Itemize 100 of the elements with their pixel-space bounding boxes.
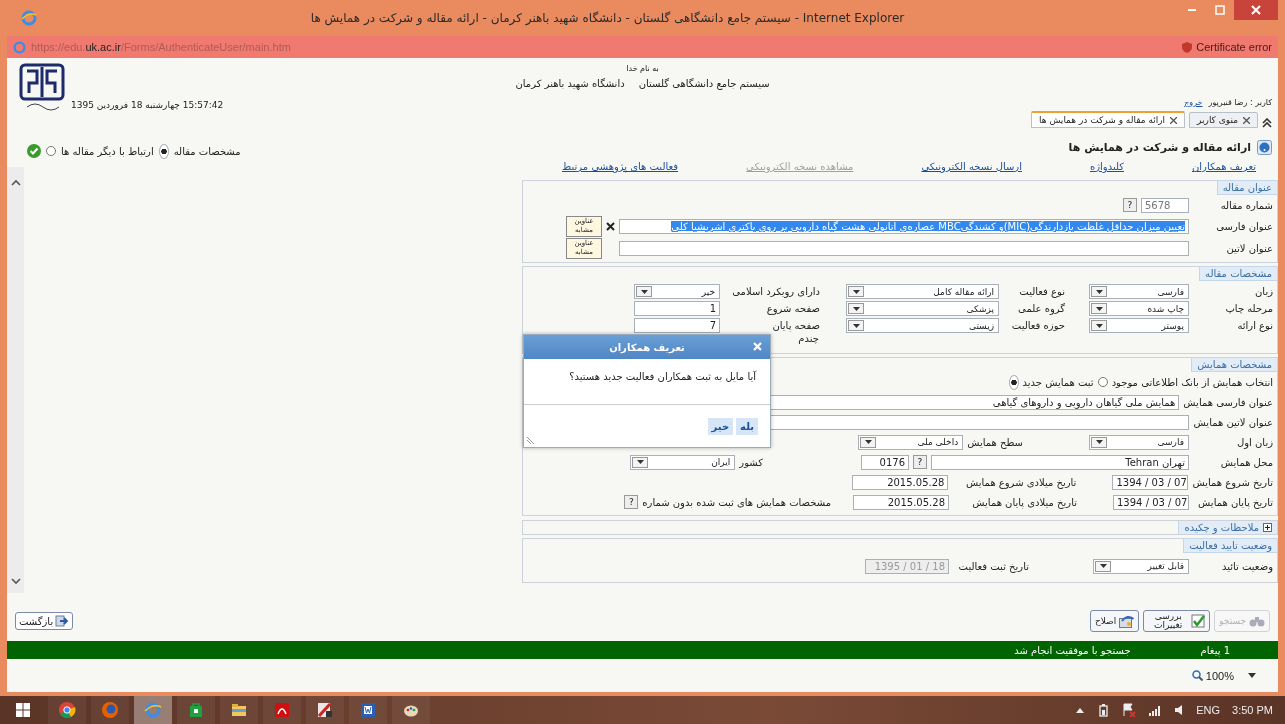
dropdown[interactable]: زیستی	[846, 318, 999, 333]
certificate-error-button[interactable]: Certificate error	[1182, 41, 1272, 53]
round-app-icon[interactable]	[48, 696, 86, 724]
dialog-button[interactable]: بله	[736, 417, 758, 435]
input-field[interactable]: 1	[634, 301, 720, 316]
tab[interactable]: ارائه مقاله و شرکت در همایش ها	[1031, 111, 1186, 128]
folder-icon[interactable]	[220, 696, 258, 724]
notes-section-toggle[interactable]: ملاحظات و چکیده	[1178, 521, 1277, 534]
close-icon[interactable]	[1243, 116, 1250, 124]
date-field[interactable]: 2015.05.28	[852, 474, 949, 490]
close-button[interactable]	[1234, 0, 1278, 20]
dropdown[interactable]: فارسی	[1089, 434, 1189, 450]
dropdown[interactable]: داخلی ملی	[858, 434, 964, 450]
help-button[interactable]: ?	[913, 455, 927, 469]
input-language-indicator[interactable]: ENG	[1196, 704, 1221, 716]
resize-grip-icon[interactable]	[527, 436, 535, 444]
option-label: ارتباط با دیگر مقاله ها	[61, 145, 154, 157]
dropdown[interactable]: پزشکی	[846, 301, 999, 316]
signal-bars-icon[interactable]	[1148, 704, 1163, 716]
help-button[interactable]: ?	[1123, 198, 1137, 212]
flag-icon[interactable]	[1122, 703, 1137, 717]
collapse-icon[interactable]	[1262, 118, 1272, 128]
input-field[interactable]: تهران Tehran	[931, 454, 1189, 470]
check-icon[interactable]	[27, 144, 41, 158]
check-icon	[1191, 614, 1206, 628]
document-app-icon[interactable]	[263, 696, 301, 724]
article-number-field[interactable]: 5678	[1141, 197, 1189, 213]
caret-icon	[864, 440, 872, 444]
battery-icon[interactable]	[1096, 703, 1111, 717]
tab[interactable]: منوی کاربر	[1189, 112, 1258, 128]
field-label: عنوان فارسی	[1215, 220, 1273, 232]
field-label: صفحه شروع	[765, 303, 820, 314]
latin-title-field[interactable]	[619, 240, 1189, 256]
field-label: صفحه پایان	[771, 320, 820, 331]
chevron-up-icon[interactable]	[10, 179, 21, 186]
zoom-control[interactable]: 100%	[1191, 669, 1234, 682]
section-legend: عنوان مقاله	[1216, 180, 1278, 195]
dropdown[interactable]: پوستر	[1089, 318, 1189, 333]
clear-icon[interactable]	[606, 221, 615, 231]
radio-button[interactable]	[1097, 377, 1108, 387]
radio-button[interactable]	[46, 146, 56, 156]
dialog-button[interactable]: خیر	[707, 417, 734, 435]
dropdown[interactable]: چاپ شده	[1089, 301, 1189, 316]
date-field[interactable]: 1394 / 03 / 07	[1113, 494, 1189, 510]
minimize-icon	[1188, 9, 1196, 11]
caret-icon	[852, 289, 860, 294]
field-label: محل همایش	[1219, 456, 1273, 468]
date-field[interactable]: 1394 / 03 / 07	[1112, 474, 1189, 490]
field-label: تاریخ پایان همایش	[1197, 496, 1273, 508]
field-label: عنوان لاتین	[1225, 242, 1273, 254]
edit-icon	[1119, 614, 1135, 628]
close-icon	[1251, 5, 1261, 15]
field-label: تاریخ ثبت فعالیت	[957, 560, 1029, 572]
toolbar-button[interactable]: اصلاح	[1089, 610, 1140, 632]
field-label: تاریخ شروع همایش	[1192, 476, 1273, 488]
scrollbar[interactable]	[7, 167, 24, 593]
nav-link[interactable]: کلیدواژه	[1089, 161, 1124, 177]
toolbar-button[interactable]: بررسی تغییرات	[1143, 610, 1211, 632]
clock-text[interactable]: 3:50 PM	[1232, 704, 1273, 716]
field-label: حوزه فعالیت	[1010, 320, 1065, 331]
radio-button[interactable]	[158, 143, 169, 159]
dropdown[interactable]: ارائه مقاله کامل	[846, 284, 999, 299]
input-field[interactable]: 0176	[861, 454, 909, 470]
dropdown-caret-icon[interactable]	[1248, 673, 1256, 678]
dropdown[interactable]: قابل تغییر	[1093, 558, 1189, 574]
radio-button[interactable]	[1008, 374, 1019, 390]
field-label: عنوان لاتین همایش	[1193, 416, 1273, 428]
date-field[interactable]: 2015.05.28	[853, 494, 949, 510]
field-label: زبان اول	[1235, 436, 1273, 448]
help-icon[interactable]	[1257, 139, 1272, 155]
status-message: جستجو با موفقیت انجام شد	[1014, 644, 1131, 656]
caret-up-icon[interactable]	[1076, 707, 1085, 713]
input-field[interactable]: 7	[634, 318, 720, 333]
dropdown[interactable]: ایران	[630, 454, 736, 470]
window-title: سیستم جامع دانشگاهی گلستان - دانشگاه شهید باهنر کرمان - ارائه مقاله و شرکت در همایش ها - Internet Explorer	[309, 11, 906, 25]
close-icon[interactable]	[1170, 116, 1178, 124]
field-label: تاریخ میلادی پایان همایش	[971, 496, 1077, 508]
caret-icon	[1095, 306, 1103, 311]
nav-link[interactable]: فعالیت های پژوهشی مرتبط	[562, 161, 679, 177]
field-label: وضعیت تائید	[1220, 560, 1273, 572]
field-label: نوع فعالیت	[1018, 286, 1065, 297]
palette-icon[interactable]	[392, 696, 430, 724]
chevron-down-icon[interactable]	[10, 578, 21, 585]
start-button[interactable]	[16, 703, 30, 717]
help-button[interactable]: ?	[624, 495, 639, 509]
dropdown[interactable]: فارسی	[1089, 284, 1189, 299]
back-button[interactable]: بازگشت	[15, 612, 74, 630]
logout-link[interactable]: خروج	[1184, 98, 1203, 107]
nav-link[interactable]: ارسال نسخه الکترونیکی	[921, 161, 1022, 177]
nav-link[interactable]: تعریف همکاران	[1192, 161, 1256, 177]
caret-icon	[852, 306, 860, 311]
dropdown[interactable]: خیر	[634, 284, 720, 299]
shopping-bag-icon[interactable]	[177, 696, 215, 724]
letter-document-icon[interactable]	[349, 696, 387, 724]
speaker-icon[interactable]	[1174, 704, 1185, 716]
field-label: سطح همایش	[967, 436, 1023, 448]
system-name: سیستم جامع دانشگاهی گلستان	[638, 78, 770, 89]
section-legend: مشخصات همایش	[1191, 357, 1278, 372]
address-field[interactable]: https://edu.uk.ac.ir/Forms/AuthenticateUser/main.htm	[31, 41, 1178, 53]
option-label: مشخصات مقاله	[173, 145, 241, 157]
